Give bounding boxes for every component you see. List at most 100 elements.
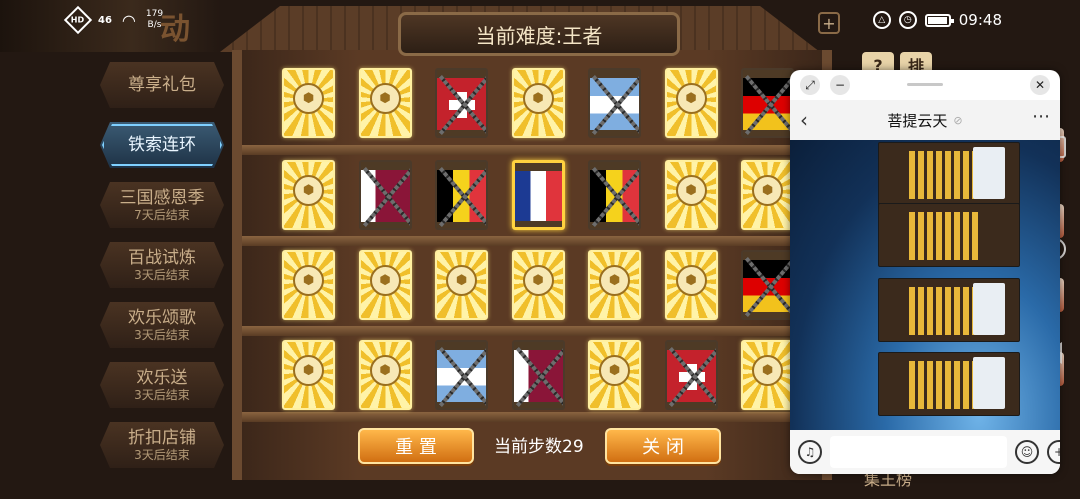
card-face-down[interactable]: ⬢ — [435, 250, 488, 320]
minimize-icon[interactable]: − — [830, 75, 850, 95]
switzerland-flag-icon — [437, 78, 486, 132]
menu-item-label: 折扣店铺 — [128, 428, 196, 448]
image-message[interactable] — [878, 142, 1020, 206]
battery-icon — [924, 13, 954, 27]
reset-button[interactable]: 重 置 — [358, 428, 474, 464]
chat-messages[interactable] — [790, 140, 1060, 430]
menu-item-countdown: 7天后结束 — [134, 208, 190, 222]
card-face-down[interactable]: ⬢ — [588, 340, 641, 410]
soccer-ball-icon: ⬢ — [293, 355, 324, 386]
soccer-ball-icon: ⬢ — [599, 355, 630, 386]
card-face-down[interactable]: ⬢ — [511, 250, 565, 320]
emoji-icon[interactable]: ☺ — [1015, 440, 1039, 464]
signal-indicator: 46 — [98, 14, 112, 26]
close-window-icon[interactable]: ✕ — [1030, 75, 1050, 95]
chat-header: ‹ 菩提云天 ⊘ ⋯ — [790, 100, 1060, 140]
card-face-down[interactable]: ⬢ — [588, 250, 641, 320]
card-face-down[interactable]: ⬢ — [358, 68, 412, 138]
shelf-plank — [242, 236, 822, 246]
card-face-down[interactable]: ⬢ — [741, 340, 794, 410]
menu-item-countdown: 3天后结束 — [134, 388, 190, 402]
image-message[interactable] — [878, 203, 1020, 267]
menu-item[interactable]: 三国感恩季 7天后结束 — [100, 182, 224, 228]
menu-item-label: 尊享礼包 — [128, 75, 196, 95]
card-flag-locked[interactable] — [435, 160, 488, 230]
belgium-flag-icon — [590, 170, 639, 224]
card-flag-selected[interactable] — [511, 160, 565, 230]
soccer-ball-icon: ⬢ — [522, 265, 554, 296]
back-icon[interactable]: ‹ — [800, 108, 808, 132]
drag-handle[interactable] — [907, 83, 943, 86]
card-flag-locked[interactable] — [741, 68, 794, 138]
soccer-ball-icon: ⬢ — [293, 175, 324, 206]
card-face-down[interactable]: ⬢ — [282, 160, 335, 230]
menu-item[interactable]: 百战试炼 3天后结束 — [100, 242, 224, 288]
mute-icon: ⊘ — [953, 113, 963, 127]
card-flag-locked[interactable] — [588, 68, 641, 138]
switzerland-flag-icon — [666, 350, 716, 404]
shelf-plank — [242, 145, 822, 155]
menu-item-label: 欢乐颂歌 — [128, 308, 196, 328]
argentina-flag-icon — [437, 350, 486, 404]
soccer-ball-icon: ⬢ — [522, 83, 554, 114]
shelf-plank — [242, 412, 822, 422]
message-input[interactable] — [830, 436, 1007, 468]
menu-item-label: 三国感恩季 — [119, 188, 205, 208]
menu-item[interactable]: 欢乐送 3天后结束 — [100, 362, 224, 408]
card-face-down[interactable]: ⬢ — [741, 160, 794, 230]
card-face-down[interactable]: ⬢ — [664, 160, 718, 230]
menu-item-countdown: 3天后结束 — [134, 268, 190, 282]
card-face-down[interactable]: ⬢ — [511, 68, 565, 138]
belgium-flag-icon — [437, 170, 486, 224]
data-saver-icon: △ — [872, 11, 891, 29]
menu-item-label: 百战试炼 — [128, 248, 196, 268]
close-button[interactable]: 关 闭 — [605, 428, 721, 464]
card-flag-locked[interactable] — [358, 160, 412, 230]
shelf-plank — [242, 326, 822, 336]
qatar-flag-icon — [513, 350, 563, 404]
france-flag-icon — [514, 171, 562, 225]
argentina-flag-icon — [590, 78, 639, 132]
soccer-ball-icon: ⬢ — [752, 355, 783, 386]
card-face-down[interactable]: ⬢ — [664, 250, 718, 320]
image-message[interactable] — [878, 352, 1020, 416]
menu-item-countdown: 3天后结束 — [134, 328, 190, 342]
card-face-down[interactable]: ⬢ — [282, 340, 335, 410]
menu-item-label: 铁索连环 — [128, 135, 196, 155]
floating-chat-window: ⤢ − ✕ ‹ 菩提云天 ⊘ ⋯ ♫ ☺ + — [790, 70, 1060, 474]
voice-icon[interactable]: ♫ — [798, 440, 822, 464]
card-face-down[interactable]: ⬢ — [358, 250, 412, 320]
network-speed: 179 B/s — [145, 9, 164, 30]
card-flag-locked[interactable] — [664, 340, 718, 410]
wifi-icon: ◠ — [121, 10, 136, 30]
chat-title: 菩提云天 — [887, 111, 948, 130]
card-face-down[interactable]: ⬢ — [282, 68, 335, 138]
card-flag-locked[interactable] — [511, 340, 565, 410]
card-flag-locked[interactable] — [741, 250, 794, 320]
soccer-ball-icon: ⬢ — [675, 83, 707, 114]
add-attachment-icon[interactable]: + — [1047, 440, 1060, 464]
menu-item[interactable]: 铁索连环 — [100, 122, 224, 168]
soccer-ball-icon: ⬢ — [752, 175, 783, 206]
more-icon[interactable]: ⋯ — [1032, 106, 1050, 127]
card-flag-locked[interactable] — [588, 160, 641, 230]
menu-item-label: 欢乐送 — [136, 368, 188, 388]
card-flag-locked[interactable] — [435, 68, 488, 138]
soccer-ball-icon: ⬢ — [675, 175, 707, 206]
image-message[interactable] — [878, 278, 1020, 342]
card-face-down[interactable]: ⬢ — [358, 340, 412, 410]
germany-flag-icon — [743, 260, 792, 314]
card-face-down[interactable]: ⬢ — [282, 250, 335, 320]
card-flag-locked[interactable] — [435, 340, 488, 410]
card-face-down[interactable]: ⬢ — [664, 68, 718, 138]
soccer-ball-icon: ⬢ — [369, 265, 401, 296]
menu-item[interactable]: 折扣店铺 3天后结束 — [100, 422, 224, 468]
soccer-ball-icon: ⬢ — [293, 265, 324, 296]
soccer-ball-icon: ⬢ — [675, 265, 707, 296]
menu-item[interactable]: 尊享礼包 — [100, 62, 224, 108]
resize-icon[interactable]: ⤢ — [800, 75, 820, 95]
alarm-icon: ◷ — [898, 11, 917, 29]
clock: 09:48 — [958, 11, 1002, 29]
menu-item[interactable]: 欢乐颂歌 3天后结束 — [100, 302, 224, 348]
soccer-ball-icon: ⬢ — [599, 265, 630, 296]
